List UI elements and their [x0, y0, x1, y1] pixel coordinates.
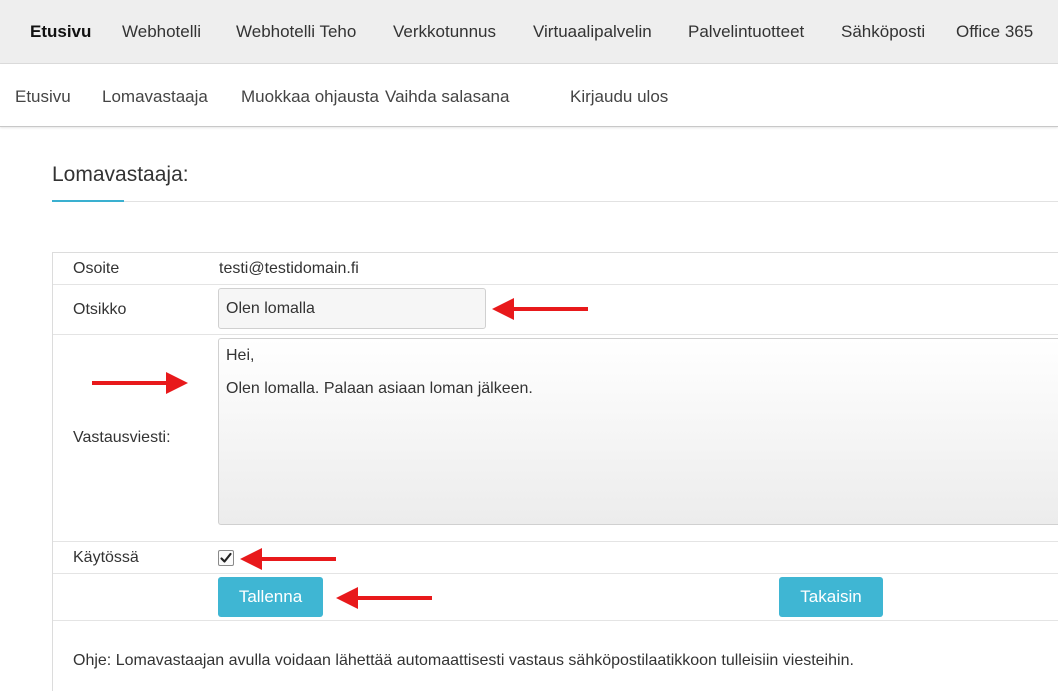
sub-nav-item-etusivu[interactable]: Etusivu	[15, 64, 71, 130]
sub-nav-item-kirjaudu-ulos[interactable]: Kirjaudu ulos	[570, 64, 668, 130]
message-line-body: Olen lomalla. Palaan asiaan loman jälkee…	[226, 380, 533, 397]
top-nav-item-verkkotunnus[interactable]: Verkkotunnus	[393, 0, 496, 63]
checkmark-icon	[220, 552, 232, 563]
top-nav-item-webhotelli-teho[interactable]: Webhotelli Teho	[236, 0, 356, 63]
sub-nav-item-muokkaa-ohjausta[interactable]: Muokkaa ohjausta	[241, 64, 379, 130]
subject-label: Otsikko	[73, 301, 127, 318]
top-nav-item-sahkoposti[interactable]: Sähköposti	[841, 0, 925, 63]
save-button[interactable]: Tallenna	[218, 577, 323, 617]
top-nav-item-webhotelli[interactable]: Webhotelli	[122, 0, 201, 63]
row-divider	[53, 334, 1058, 335]
help-text: Ohje: Lomavastaajan avulla voidaan lähet…	[73, 652, 854, 669]
top-nav-item-office-365[interactable]: Office 365	[956, 0, 1033, 63]
page-title: Lomavastaaja:	[52, 163, 189, 186]
arrow-left-icon	[240, 548, 336, 570]
enabled-checkbox[interactable]	[218, 550, 234, 566]
message-textarea[interactable]: Hei, Olen lomalla. Palaan asiaan loman j…	[218, 338, 1058, 525]
sub-nav-item-vaihda-salasana[interactable]: Vaihda salasana	[385, 64, 509, 130]
sub-nav: Etusivu Lomavastaaja Muokkaa ohjausta Va…	[0, 64, 1058, 127]
address-label: Osoite	[73, 260, 120, 277]
subject-input[interactable]: Olen lomalla	[218, 288, 486, 329]
row-divider	[53, 620, 1058, 621]
title-divider	[52, 201, 1058, 202]
top-nav-item-palvelintuotteet[interactable]: Palvelintuotteet	[688, 0, 804, 63]
top-nav-item-etusivu[interactable]: Etusivu	[30, 0, 91, 63]
row-divider	[53, 573, 1058, 574]
top-nav: Etusivu Webhotelli Webhotelli Teho Verkk…	[0, 0, 1058, 64]
enabled-label: Käytössä	[73, 549, 139, 566]
arrow-left-icon	[492, 298, 588, 320]
arrow-right-icon	[92, 372, 188, 394]
top-nav-item-virtuaalipalvelin[interactable]: Virtuaalipalvelin	[533, 0, 652, 63]
message-line-greeting: Hei,	[226, 347, 255, 364]
arrow-left-icon	[336, 587, 432, 609]
title-accent-bar	[52, 200, 124, 202]
row-divider	[53, 541, 1058, 542]
sub-nav-item-lomavastaaja[interactable]: Lomavastaaja	[102, 64, 208, 130]
row-divider	[53, 284, 1058, 285]
message-label: Vastausviesti:	[73, 429, 171, 446]
address-value: testi@testidomain.fi	[219, 260, 359, 277]
back-button[interactable]: Takaisin	[779, 577, 883, 617]
